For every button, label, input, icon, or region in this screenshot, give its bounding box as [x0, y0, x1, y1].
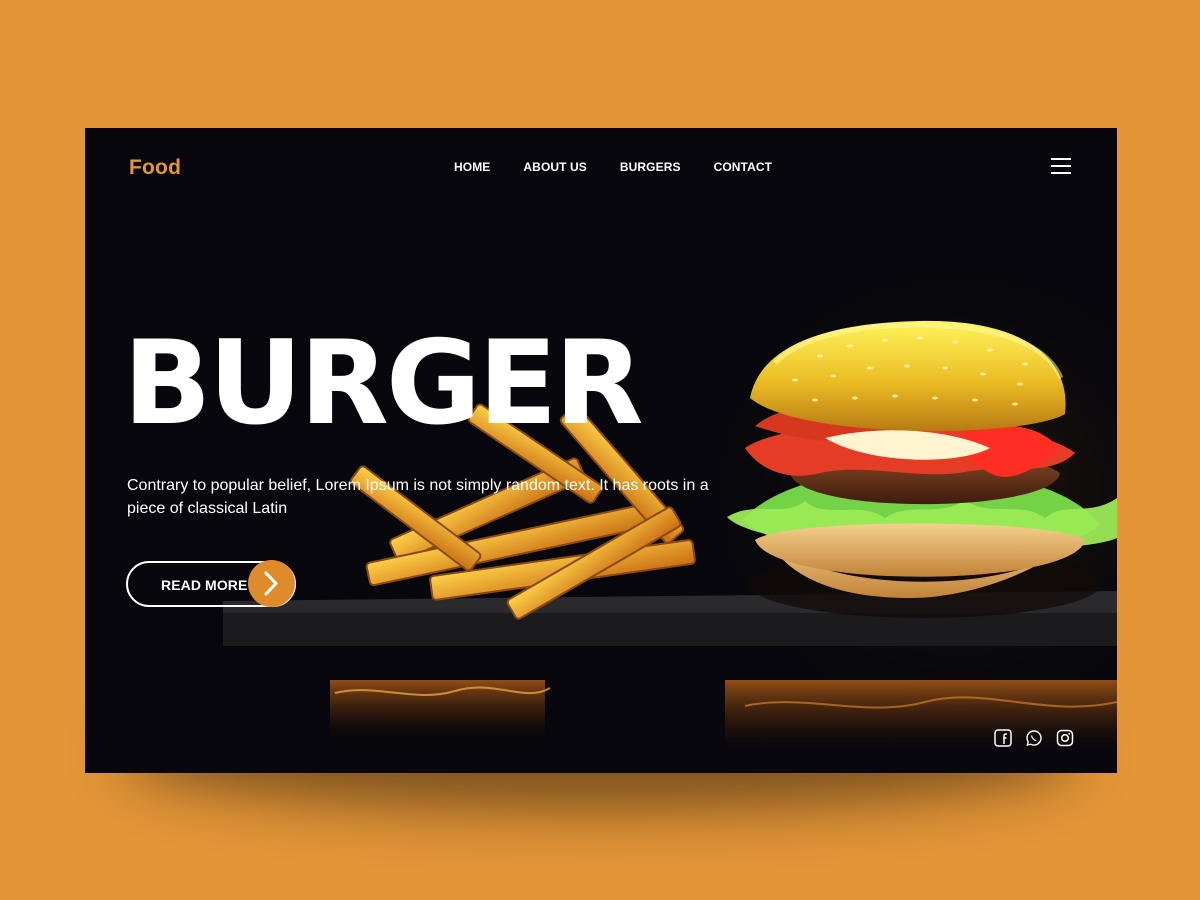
hamburger-menu-button[interactable] [1051, 158, 1073, 176]
facebook-icon[interactable] [993, 728, 1013, 748]
read-more-arrow-button[interactable] [248, 560, 295, 607]
hamburger-icon-line [1051, 172, 1071, 174]
chevron-right-icon [264, 571, 278, 596]
nav-link-about-us[interactable]: ABOUT US [523, 160, 586, 174]
whatsapp-icon[interactable] [1024, 728, 1044, 748]
nav-link-burgers[interactable]: BURGERS [620, 160, 681, 174]
hamburger-icon-line [1051, 158, 1071, 160]
hero-title: BURGER [123, 316, 644, 451]
hero-description: Contrary to popular belief, Lorem Ipsum … [127, 477, 709, 517]
read-more-label: READ MORE [161, 577, 248, 593]
top-navigation: Food HOME ABOUT US BURGERS CONTACT [85, 128, 1117, 208]
nav-link-home[interactable]: HOME [454, 160, 490, 174]
instagram-icon[interactable] [1055, 728, 1075, 748]
brand-logo[interactable]: Food [129, 156, 181, 180]
nav-link-contact[interactable]: CONTACT [714, 160, 772, 174]
hamburger-icon-line [1051, 165, 1071, 167]
social-links [993, 728, 1075, 748]
website-mockup: Food HOME ABOUT US BURGERS CONTACT BURGE… [85, 128, 1117, 773]
main-menu: HOME ABOUT US BURGERS CONTACT [454, 160, 772, 174]
